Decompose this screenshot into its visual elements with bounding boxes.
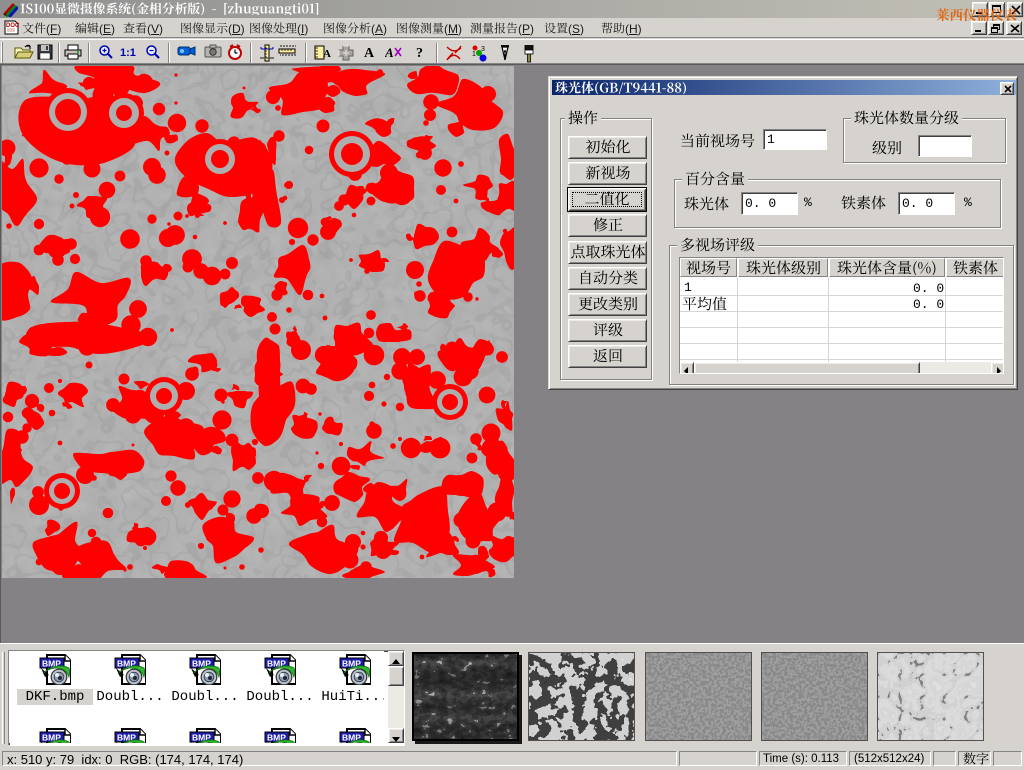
svg-text:3: 3 (481, 46, 485, 53)
svg-text:?: ? (416, 46, 423, 60)
svg-text:1: 1 (472, 51, 476, 58)
svg-text:1:1: 1:1 (120, 47, 136, 59)
svg-text:DOC: DOC (6, 23, 19, 29)
svg-text:A: A (385, 45, 394, 60)
svg-text:A: A (323, 48, 331, 60)
svg-text:A: A (364, 46, 375, 60)
